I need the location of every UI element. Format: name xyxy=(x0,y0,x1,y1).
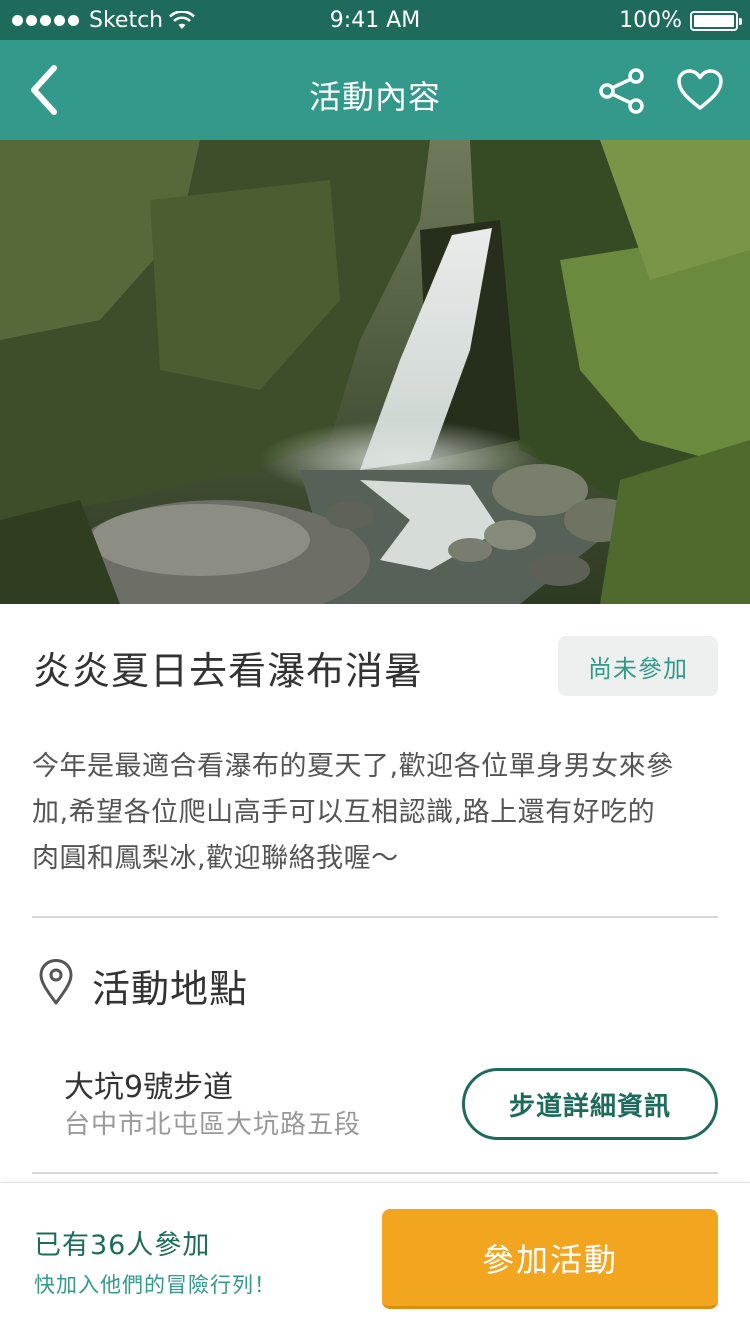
join-event-button[interactable]: 參加活動 xyxy=(382,1209,718,1309)
waterfall-image xyxy=(0,140,750,604)
hero-image xyxy=(0,140,750,604)
divider xyxy=(32,1172,718,1174)
footer-subtitle: 快加入他們的冒險行列！ xyxy=(34,1273,276,1297)
status-bar: Sketch 9:41 AM 100% xyxy=(0,0,750,40)
participant-count: 已有36人參加 xyxy=(34,1230,211,1261)
location-pin-icon xyxy=(39,959,73,1005)
battery-icon xyxy=(690,10,742,31)
trail-detail-button[interactable]: 步道詳細資訊 xyxy=(462,1068,718,1140)
heart-icon[interactable] xyxy=(676,68,724,112)
description-line: 肉圓和鳳梨冰,歡迎聯絡我喔～ xyxy=(32,843,399,874)
description-line: 加,希望各位爬山高手可以互相認識,路上還有好吃的 xyxy=(32,797,656,828)
location-section-title: 活動地點 xyxy=(92,967,249,1011)
event-description: 今年是最適合看瀑布的夏天了,歡迎各位單身男女來參 加,希望各位爬山高手可以互相認… xyxy=(32,744,722,882)
battery-percent: 100% xyxy=(619,8,682,33)
status-right: 100% xyxy=(619,8,742,33)
description-line: 今年是最適合看瀑布的夏天了,歡迎各位單身男女來參 xyxy=(32,751,674,782)
trail-address: 台中市北屯區大坑路五段 xyxy=(64,1110,362,1140)
participation-status-badge: 尚未參加 xyxy=(558,636,718,696)
event-title: 炎炎夏日去看瀑布消暑 xyxy=(33,649,424,693)
divider xyxy=(32,916,718,918)
share-icon[interactable] xyxy=(598,67,646,115)
footer-bar: 已有36人參加 快加入他們的冒險行列！ 參加活動 xyxy=(0,1182,750,1334)
navigation-bar: 活動內容 xyxy=(0,40,750,140)
trail-name: 大坑9號步道 xyxy=(64,1070,234,1105)
